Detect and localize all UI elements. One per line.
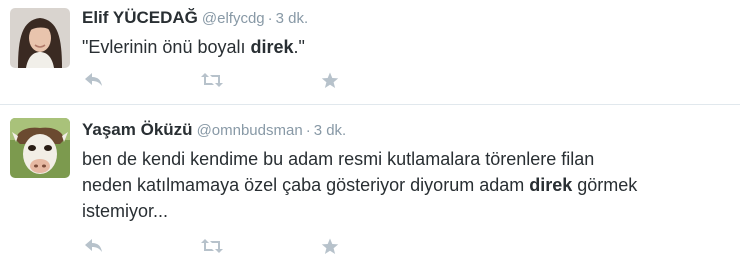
tweet[interactable]: Yaşam Öküzü @omnbudsman · 3 dk. ben de kend…	[0, 104, 740, 271]
tweet-text-part: neden katılmamaya özel çaba gösteriyor d…	[82, 175, 530, 195]
retweet-icon	[201, 239, 223, 253]
tweet-text-part: ."	[293, 37, 305, 57]
retweet-button[interactable]	[198, 234, 226, 258]
tweet-text-line: istemiyor...	[82, 201, 169, 221]
tweet-text-line: neden katılmamaya özel çaba gösteriyor d…	[82, 172, 722, 198]
favorite-button[interactable]	[316, 68, 344, 92]
fullname[interactable]: Yaşam Öküzü	[82, 120, 193, 139]
favorite-button[interactable]	[316, 234, 344, 258]
tweet-header: Yaşam Öküzü @omnbudsman · 3 dk.	[82, 120, 346, 141]
tweet-text: ben de kendi kendime bu adam resmi kutla…	[82, 146, 722, 224]
tweet-text: "Evlerinin önü boyalı direk."	[82, 34, 722, 60]
favorite-icon	[321, 72, 339, 88]
reply-button[interactable]	[80, 234, 108, 258]
timestamp[interactable]: 3 dk.	[314, 122, 347, 139]
retweet-icon	[201, 73, 223, 87]
tweet-text-bold: direk	[529, 175, 573, 195]
tweet-text-bold: direk	[250, 37, 294, 57]
reply-icon	[85, 73, 102, 86]
reply-button[interactable]	[80, 68, 108, 92]
separator-dot: ·	[305, 122, 311, 139]
separator-dot: ·	[267, 10, 273, 27]
tweet-text-part: "Evlerinin önü boyalı	[82, 37, 251, 57]
username[interactable]: @elfycdg	[202, 10, 265, 27]
tweet[interactable]: Elif YÜCEDAĞ @elfycdg · 3 dk. "Evlerinin ön…	[0, 0, 740, 104]
fullname[interactable]: Elif YÜCEDAĞ	[82, 8, 198, 27]
tweet-text-part: görmek	[572, 175, 638, 195]
username[interactable]: @omnbudsman	[197, 122, 303, 139]
reply-icon	[85, 239, 102, 252]
tweet-header: Elif YÜCEDAĞ @elfycdg · 3 dk.	[82, 8, 308, 29]
timestamp[interactable]: 3 dk.	[276, 10, 309, 27]
retweet-button[interactable]	[198, 68, 226, 92]
tweet-text-line: ben de kendi kendime bu adam resmi kutla…	[82, 149, 595, 169]
avatar[interactable]	[10, 118, 70, 178]
favorite-icon	[321, 238, 339, 254]
avatar[interactable]	[10, 8, 70, 68]
